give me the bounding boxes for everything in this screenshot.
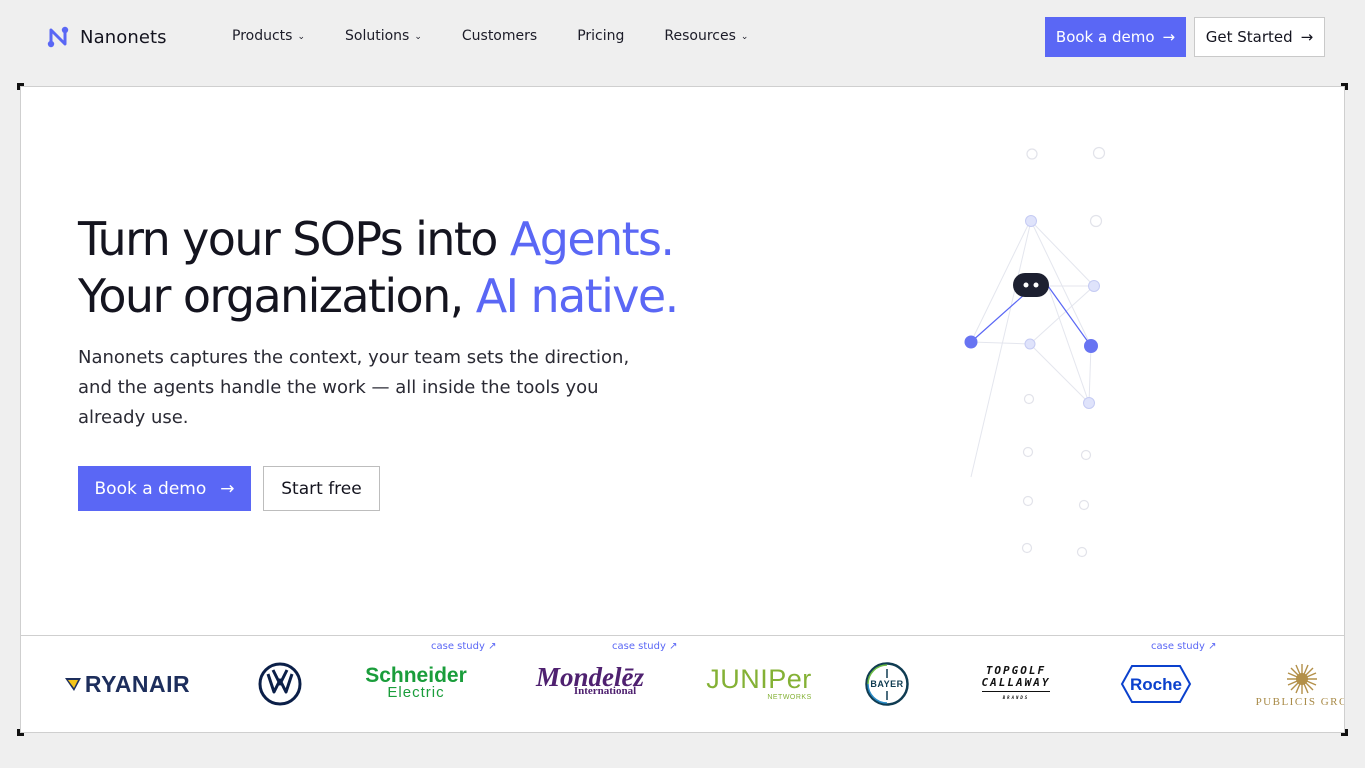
nanonets-logo-icon: [47, 26, 69, 48]
agent-bot-icon: [1013, 273, 1049, 297]
active-node: [1084, 339, 1098, 353]
chevron-down-icon: ⌄: [740, 32, 749, 42]
vw-emblem-icon: [258, 662, 302, 706]
hero-section: Turn your SOPs into Agents. Your organiz…: [20, 86, 1345, 733]
brand-name: Nanonets: [80, 26, 167, 48]
svg-text:Roche: Roche: [1130, 675, 1182, 694]
brand-logo[interactable]: Nanonets: [45, 24, 167, 50]
publicis-lion-icon: [1287, 664, 1317, 694]
mondelez-logo: Mondelēz International: [536, 662, 644, 698]
ryanair-harp-icon: [64, 678, 81, 691]
nav-resources[interactable]: Resources ⌄: [664, 28, 748, 44]
connected-nodes: [1024, 215, 1100, 409]
publicis-groupe-logo: PUBLICIS GRO: [1247, 656, 1344, 714]
nav-customers[interactable]: Customers: [462, 28, 537, 44]
roche-logo: Roche: [1119, 658, 1193, 710]
site-header: Nanonets Products ⌄ Solutions ⌄ Customers …: [0, 0, 1365, 76]
chevron-down-icon: ⌄: [414, 32, 422, 42]
nav-products[interactable]: Products ⌄: [232, 28, 305, 44]
hero-headline: Turn your SOPs into Agents. Your organiz…: [78, 212, 679, 323]
arrow-right-icon: →: [1162, 28, 1176, 46]
bayer-cross-icon: BAYER: [865, 662, 909, 706]
main-nav: Products ⌄ Solutions ⌄ Customers Pricing R…: [232, 28, 748, 44]
bayer-logo: BAYER: [863, 658, 911, 710]
header-get-started-button[interactable]: Get Started →: [1194, 17, 1325, 57]
header-book-demo-button[interactable]: Book a demo →: [1045, 17, 1186, 57]
arrow-right-icon: →: [220, 478, 235, 499]
hero-start-free-button[interactable]: Start free: [263, 466, 380, 511]
active-node: [964, 335, 978, 349]
hero-book-demo-button[interactable]: Book a demo →: [78, 466, 251, 511]
schneider-electric-logo: Schneider Electric: [365, 664, 467, 701]
svg-text:BAYER: BAYER: [870, 679, 903, 689]
topgolf-callaway-logo: TOPGOLF CALLAWAY BRANDS: [971, 658, 1061, 710]
case-study-link[interactable]: case study ↗: [1151, 641, 1216, 652]
arrow-right-icon: →: [1300, 28, 1314, 46]
agent-network-illustration: [964, 146, 1106, 558]
nav-solutions[interactable]: Solutions ⌄: [345, 28, 422, 44]
case-study-link[interactable]: case study ↗: [612, 641, 677, 652]
nav-pricing[interactable]: Pricing: [577, 28, 624, 44]
case-study-link[interactable]: case study ↗: [431, 641, 496, 652]
hero-subtitle: Nanonets captures the context, your team…: [78, 347, 630, 428]
juniper-logo: JUNIPer NETWORKS: [706, 663, 812, 701]
ryanair-logo: RYANAIR: [49, 658, 205, 710]
customer-logos-strip: RYANAIR case study ↗ Schneider Electric …: [21, 635, 1344, 732]
roche-hexagon-icon: Roche: [1120, 665, 1192, 703]
volkswagen-logo: [257, 658, 303, 710]
chevron-down-icon: ⌄: [297, 32, 305, 42]
